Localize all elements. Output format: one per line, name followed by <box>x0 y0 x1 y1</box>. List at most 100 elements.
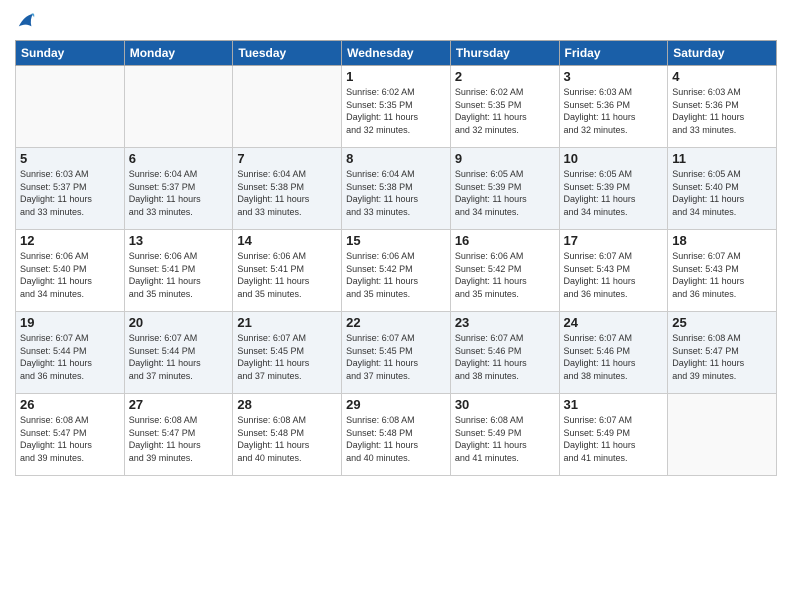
calendar-cell: 27 Sunrise: 6:08 AM Sunset: 5:47 PM Dayli… <box>124 394 233 476</box>
day-number: 2 <box>455 69 555 84</box>
weekday-header-tuesday: Tuesday <box>233 41 342 66</box>
calendar-cell: 7 Sunrise: 6:04 AM Sunset: 5:38 PM Daylig… <box>233 148 342 230</box>
header <box>15 10 777 32</box>
day-number: 13 <box>129 233 229 248</box>
calendar-cell <box>16 66 125 148</box>
calendar-cell: 30 Sunrise: 6:08 AM Sunset: 5:49 PM Dayli… <box>450 394 559 476</box>
day-number: 11 <box>672 151 772 166</box>
day-info: Sunrise: 6:03 AM Sunset: 5:37 PM Dayligh… <box>20 168 120 218</box>
weekday-header-monday: Monday <box>124 41 233 66</box>
day-number: 18 <box>672 233 772 248</box>
day-info: Sunrise: 6:08 AM Sunset: 5:47 PM Dayligh… <box>20 414 120 464</box>
day-number: 21 <box>237 315 337 330</box>
day-number: 4 <box>672 69 772 84</box>
calendar-cell: 15 Sunrise: 6:06 AM Sunset: 5:42 PM Dayli… <box>342 230 451 312</box>
calendar-cell: 26 Sunrise: 6:08 AM Sunset: 5:47 PM Dayli… <box>16 394 125 476</box>
day-info: Sunrise: 6:06 AM Sunset: 5:41 PM Dayligh… <box>237 250 337 300</box>
calendar-table: SundayMondayTuesdayWednesdayThursdayFrid… <box>15 40 777 476</box>
calendar-cell: 14Sunrise: 6:06 AM Sunset: 5:41 PM Dayli… <box>233 230 342 312</box>
day-number: 7 <box>237 151 337 166</box>
calendar-week-1: 1 Sunrise: 6:02 AM Sunset: 5:35 PM Daylig… <box>16 66 777 148</box>
calendar-cell: 1 Sunrise: 6:02 AM Sunset: 5:35 PM Daylig… <box>342 66 451 148</box>
calendar-cell: 24 Sunrise: 6:07 AM Sunset: 5:46 PM Dayli… <box>559 312 668 394</box>
day-info: Sunrise: 6:07 AM Sunset: 5:44 PM Dayligh… <box>129 332 229 382</box>
calendar-cell <box>233 66 342 148</box>
day-number: 9 <box>455 151 555 166</box>
calendar-cell: 4 Sunrise: 6:03 AM Sunset: 5:36 PM Daylig… <box>668 66 777 148</box>
day-number: 3 <box>564 69 664 84</box>
day-info: Sunrise: 6:02 AM Sunset: 5:35 PM Dayligh… <box>346 86 446 136</box>
day-number: 26 <box>20 397 120 412</box>
day-info: Sunrise: 6:05 AM Sunset: 5:39 PM Dayligh… <box>455 168 555 218</box>
calendar-header-row: SundayMondayTuesdayWednesdayThursdayFrid… <box>16 41 777 66</box>
day-info: Sunrise: 6:07 AM Sunset: 5:49 PM Dayligh… <box>564 414 664 464</box>
day-info: Sunrise: 6:03 AM Sunset: 5:36 PM Dayligh… <box>672 86 772 136</box>
day-number: 1 <box>346 69 446 84</box>
calendar-cell <box>668 394 777 476</box>
day-info: Sunrise: 6:08 AM Sunset: 5:48 PM Dayligh… <box>346 414 446 464</box>
day-info: Sunrise: 6:06 AM Sunset: 5:42 PM Dayligh… <box>346 250 446 300</box>
weekday-header-wednesday: Wednesday <box>342 41 451 66</box>
calendar-cell: 28 Sunrise: 6:08 AM Sunset: 5:48 PM Dayli… <box>233 394 342 476</box>
calendar-week-3: 12 Sunrise: 6:06 AM Sunset: 5:40 PM Dayli… <box>16 230 777 312</box>
calendar-cell: 18Sunrise: 6:07 AM Sunset: 5:43 PM Dayli… <box>668 230 777 312</box>
day-info: Sunrise: 6:07 AM Sunset: 5:44 PM Dayligh… <box>20 332 120 382</box>
day-info: Sunrise: 6:07 AM Sunset: 5:45 PM Dayligh… <box>237 332 337 382</box>
day-number: 16 <box>455 233 555 248</box>
day-info: Sunrise: 6:08 AM Sunset: 5:49 PM Dayligh… <box>455 414 555 464</box>
calendar-cell: 9 Sunrise: 6:05 AM Sunset: 5:39 PM Daylig… <box>450 148 559 230</box>
calendar-cell: 22Sunrise: 6:07 AM Sunset: 5:45 PM Dayli… <box>342 312 451 394</box>
day-info: Sunrise: 6:07 AM Sunset: 5:46 PM Dayligh… <box>455 332 555 382</box>
day-info: Sunrise: 6:05 AM Sunset: 5:40 PM Dayligh… <box>672 168 772 218</box>
logo <box>15 10 35 32</box>
day-number: 15 <box>346 233 446 248</box>
weekday-header-thursday: Thursday <box>450 41 559 66</box>
day-info: Sunrise: 6:06 AM Sunset: 5:40 PM Dayligh… <box>20 250 120 300</box>
day-number: 20 <box>129 315 229 330</box>
day-number: 12 <box>20 233 120 248</box>
day-info: Sunrise: 6:07 AM Sunset: 5:45 PM Dayligh… <box>346 332 446 382</box>
day-number: 6 <box>129 151 229 166</box>
day-number: 24 <box>564 315 664 330</box>
day-info: Sunrise: 6:05 AM Sunset: 5:39 PM Dayligh… <box>564 168 664 218</box>
calendar-cell: 21 Sunrise: 6:07 AM Sunset: 5:45 PM Dayli… <box>233 312 342 394</box>
calendar-cell: 19 Sunrise: 6:07 AM Sunset: 5:44 PM Dayli… <box>16 312 125 394</box>
page-container: SundayMondayTuesdayWednesdayThursdayFrid… <box>0 0 792 481</box>
day-number: 30 <box>455 397 555 412</box>
calendar-cell: 11 Sunrise: 6:05 AM Sunset: 5:40 PM Dayli… <box>668 148 777 230</box>
day-number: 19 <box>20 315 120 330</box>
day-info: Sunrise: 6:07 AM Sunset: 5:46 PM Dayligh… <box>564 332 664 382</box>
day-number: 28 <box>237 397 337 412</box>
day-number: 27 <box>129 397 229 412</box>
calendar-cell: 17 Sunrise: 6:07 AM Sunset: 5:43 PM Dayli… <box>559 230 668 312</box>
calendar-cell: 13 Sunrise: 6:06 AM Sunset: 5:41 PM Dayli… <box>124 230 233 312</box>
calendar-cell: 25Sunrise: 6:08 AM Sunset: 5:47 PM Dayli… <box>668 312 777 394</box>
calendar-cell: 3 Sunrise: 6:03 AM Sunset: 5:36 PM Daylig… <box>559 66 668 148</box>
calendar-cell: 29 Sunrise: 6:08 AM Sunset: 5:48 PM Dayli… <box>342 394 451 476</box>
day-info: Sunrise: 6:06 AM Sunset: 5:42 PM Dayligh… <box>455 250 555 300</box>
day-info: Sunrise: 6:04 AM Sunset: 5:38 PM Dayligh… <box>237 168 337 218</box>
day-info: Sunrise: 6:06 AM Sunset: 5:41 PM Dayligh… <box>129 250 229 300</box>
calendar-week-2: 5 Sunrise: 6:03 AM Sunset: 5:37 PM Daylig… <box>16 148 777 230</box>
day-number: 29 <box>346 397 446 412</box>
day-number: 8 <box>346 151 446 166</box>
calendar-cell: 16 Sunrise: 6:06 AM Sunset: 5:42 PM Dayli… <box>450 230 559 312</box>
day-number: 31 <box>564 397 664 412</box>
calendar-cell: 20 Sunrise: 6:07 AM Sunset: 5:44 PM Dayli… <box>124 312 233 394</box>
weekday-header-saturday: Saturday <box>668 41 777 66</box>
day-info: Sunrise: 6:07 AM Sunset: 5:43 PM Dayligh… <box>564 250 664 300</box>
day-info: Sunrise: 6:08 AM Sunset: 5:47 PM Dayligh… <box>129 414 229 464</box>
calendar-cell: 2 Sunrise: 6:02 AM Sunset: 5:35 PM Daylig… <box>450 66 559 148</box>
day-info: Sunrise: 6:08 AM Sunset: 5:48 PM Dayligh… <box>237 414 337 464</box>
calendar-cell: 23Sunrise: 6:07 AM Sunset: 5:46 PM Dayli… <box>450 312 559 394</box>
calendar-cell: 10 Sunrise: 6:05 AM Sunset: 5:39 PM Dayli… <box>559 148 668 230</box>
day-number: 10 <box>564 151 664 166</box>
day-info: Sunrise: 6:04 AM Sunset: 5:37 PM Dayligh… <box>129 168 229 218</box>
calendar-week-5: 26 Sunrise: 6:08 AM Sunset: 5:47 PM Dayli… <box>16 394 777 476</box>
day-number: 17 <box>564 233 664 248</box>
calendar-cell: 8Sunrise: 6:04 AM Sunset: 5:38 PM Daylig… <box>342 148 451 230</box>
day-number: 5 <box>20 151 120 166</box>
day-info: Sunrise: 6:03 AM Sunset: 5:36 PM Dayligh… <box>564 86 664 136</box>
calendar-cell <box>124 66 233 148</box>
day-info: Sunrise: 6:02 AM Sunset: 5:35 PM Dayligh… <box>455 86 555 136</box>
